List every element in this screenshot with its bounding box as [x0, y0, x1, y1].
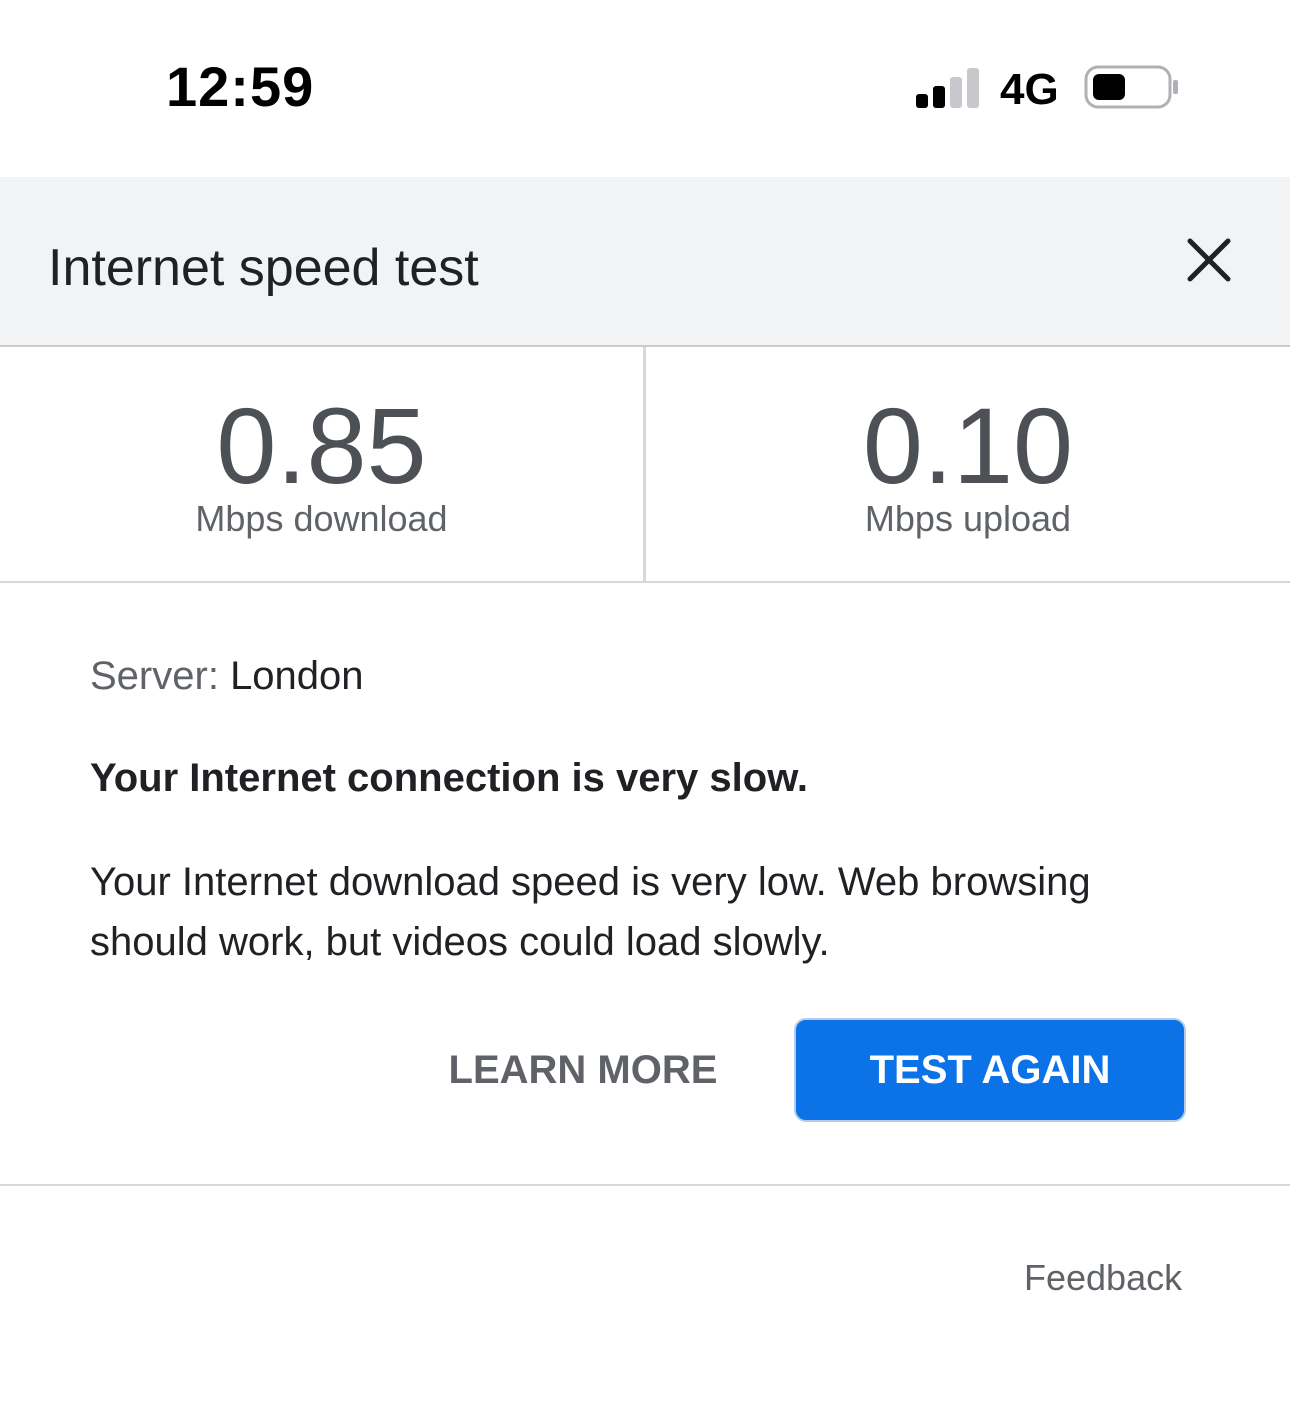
upload-result: 0.10 Mbps upload [646, 347, 1290, 581]
feedback-link[interactable]: Feedback [1024, 1256, 1182, 1300]
status-bar: 12:59 4G [0, 0, 1290, 177]
status-time: 12:59 [166, 55, 315, 118]
footer-divider [0, 1184, 1290, 1186]
connection-status-description: Your Internet download speed is very low… [90, 860, 1091, 964]
close-icon [1187, 238, 1231, 282]
speed-test-header: Internet speed test [0, 177, 1290, 347]
server-value: London [230, 654, 364, 698]
server-label: Server: [90, 654, 219, 698]
server-info: Server: London [90, 652, 364, 700]
connection-status-heading: Your Internet connection is very slow. [90, 756, 808, 800]
learn-more-button[interactable]: LEARN MORE [430, 1020, 736, 1120]
test-again-button[interactable]: TEST AGAIN [794, 1018, 1186, 1122]
network-type-label: 4G [1000, 65, 1059, 114]
speed-results-panel: 0.85 Mbps download 0.10 Mbps upload [0, 347, 1290, 583]
signal-strength-icon [916, 68, 979, 108]
battery-icon [1084, 65, 1178, 109]
download-speed-value: 0.85 [216, 385, 427, 506]
download-result: 0.85 Mbps download [0, 347, 643, 581]
upload-speed-value: 0.10 [862, 385, 1074, 506]
upload-speed-unit: Mbps upload [864, 498, 1072, 539]
page-title: Internet speed test [48, 239, 479, 297]
download-speed-unit: Mbps download [195, 498, 448, 539]
close-button[interactable] [1170, 221, 1250, 301]
